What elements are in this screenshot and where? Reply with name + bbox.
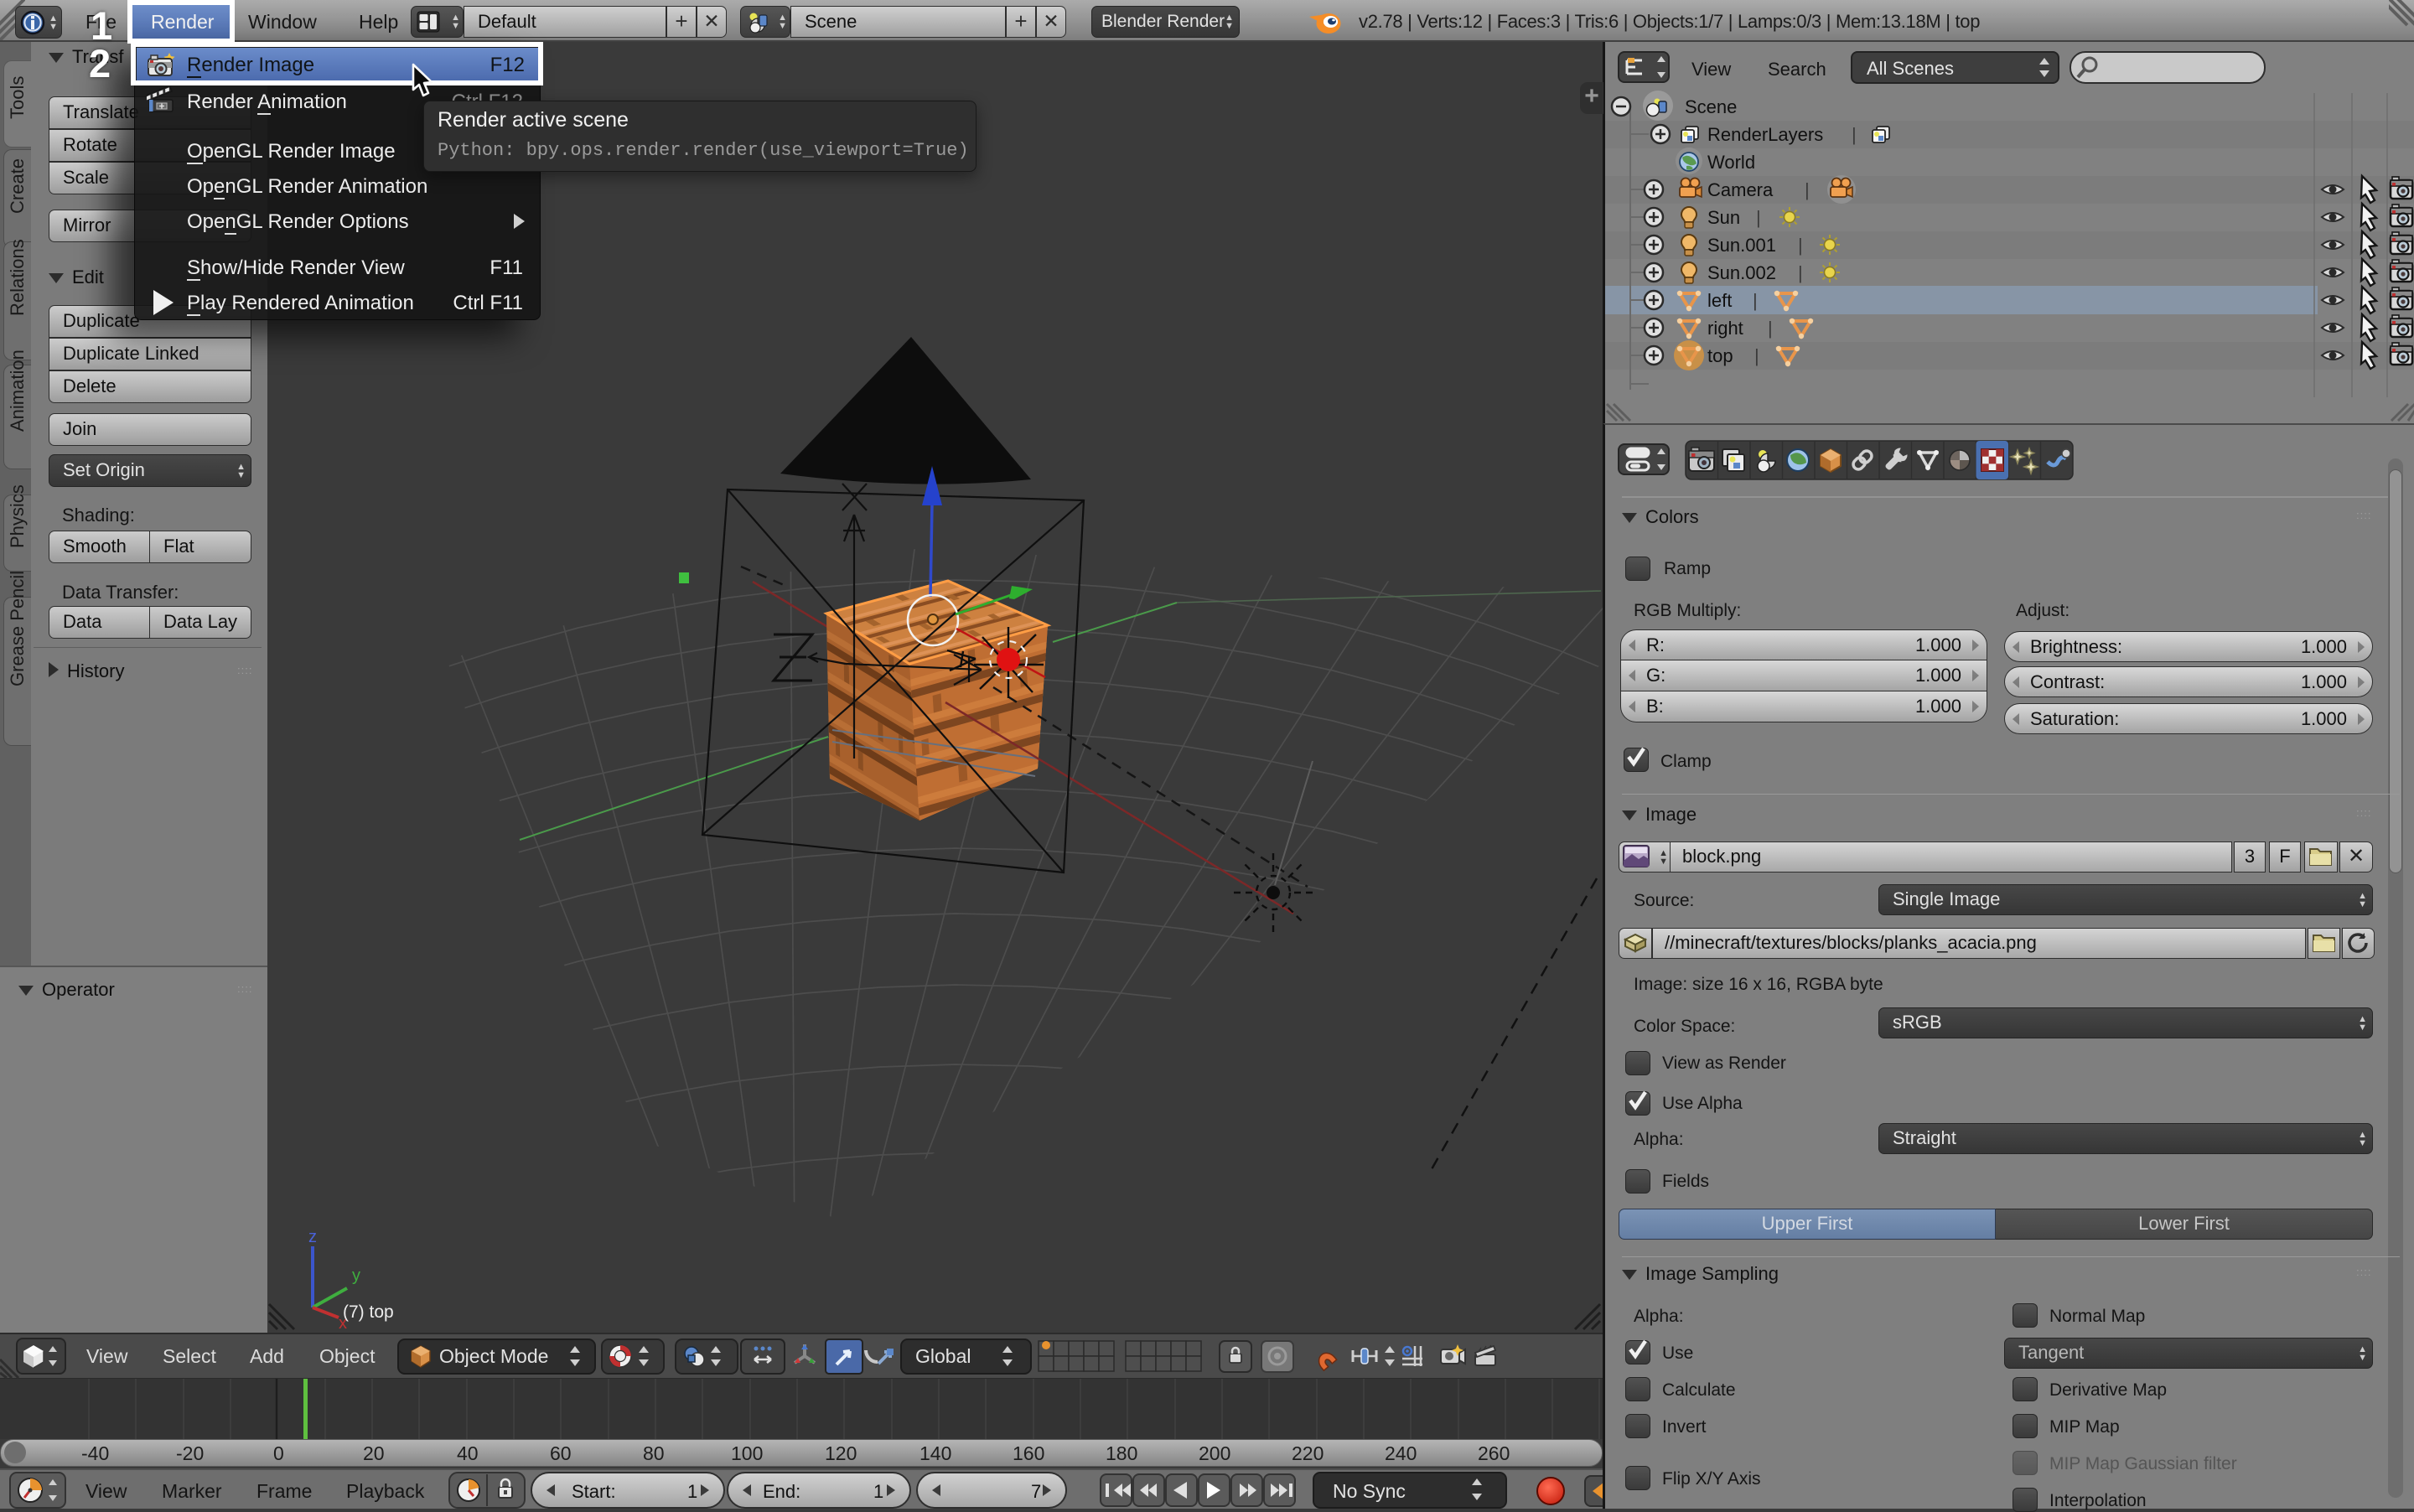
svg-text:Object: Object	[319, 1345, 376, 1367]
svg-text:Sun: Sun	[1707, 207, 1740, 228]
svg-text:top: top	[1707, 345, 1733, 366]
svg-text:View: View	[1691, 59, 1731, 80]
svg-text:|: |	[1805, 179, 1810, 200]
svg-text:7: 7	[1031, 1481, 1041, 1502]
svg-text:1: 1	[873, 1481, 883, 1502]
svg-text:left: left	[1707, 290, 1732, 311]
svg-text:Search: Search	[1768, 59, 1826, 80]
svg-text:Playback: Playback	[346, 1480, 425, 1502]
svg-text:World: World	[1707, 152, 1755, 173]
svg-text:Add: Add	[250, 1345, 284, 1367]
svg-text:Global: Global	[915, 1345, 971, 1367]
svg-text:|: |	[1754, 345, 1759, 366]
svg-text:Marker: Marker	[162, 1480, 222, 1502]
svg-text:1: 1	[687, 1481, 697, 1502]
svg-text:Camera: Camera	[1707, 179, 1774, 200]
svg-text:|: |	[1798, 235, 1803, 256]
svg-text:Frame: Frame	[256, 1480, 312, 1502]
svg-text:View: View	[85, 1480, 127, 1502]
svg-text:|: |	[1768, 318, 1773, 339]
svg-text:No Sync: No Sync	[1333, 1480, 1406, 1502]
svg-text:|: |	[1753, 290, 1758, 311]
svg-text:right: right	[1707, 318, 1743, 339]
svg-text:Sun.001: Sun.001	[1707, 235, 1776, 256]
svg-text:|: |	[1798, 262, 1803, 283]
svg-text:Start:: Start:	[572, 1481, 616, 1502]
svg-text:Sun.002: Sun.002	[1707, 262, 1776, 283]
svg-text:|: |	[1852, 124, 1857, 145]
svg-text:Scene: Scene	[1685, 96, 1737, 117]
svg-text:(7) top: (7) top	[343, 1302, 394, 1322]
svg-text:End:: End:	[763, 1481, 800, 1502]
svg-text:View: View	[86, 1345, 128, 1367]
svg-text:RenderLayers: RenderLayers	[1707, 124, 1823, 145]
svg-text:|: |	[1756, 207, 1761, 228]
svg-text:Object Mode: Object Mode	[439, 1345, 548, 1367]
svg-text:y: y	[352, 1266, 360, 1285]
svg-text:All Scenes: All Scenes	[1867, 58, 1954, 79]
svg-text:z: z	[308, 1228, 317, 1246]
svg-text:Select: Select	[163, 1345, 217, 1367]
